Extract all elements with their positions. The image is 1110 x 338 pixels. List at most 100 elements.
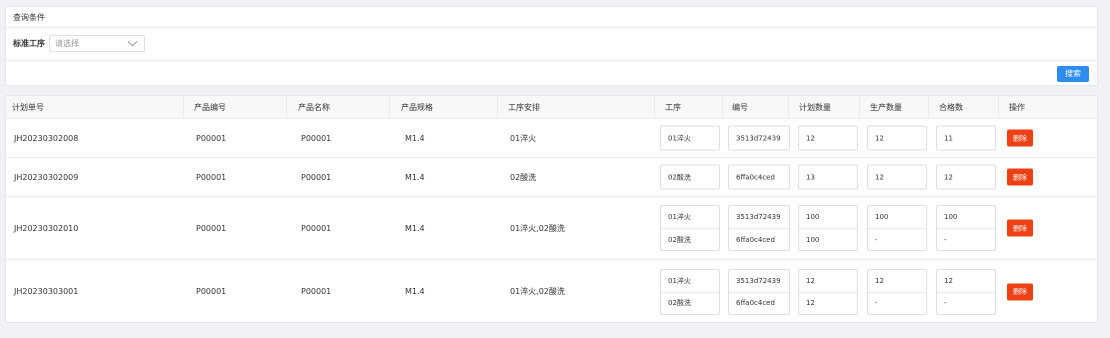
produced-qty-value: 12 bbox=[875, 173, 884, 181]
standard-process-select[interactable]: 请选择 bbox=[49, 35, 145, 52]
select-placeholder: 请选择 bbox=[55, 39, 79, 48]
produced-qty-input[interactable]: 100 - bbox=[867, 205, 927, 251]
code-value: 6ffa0c4ced bbox=[736, 173, 775, 181]
plan-no: JH20230302008 bbox=[14, 133, 79, 143]
product-name: P00001 bbox=[301, 223, 332, 233]
process-arrangement: 01淬火,02酸洗 bbox=[510, 287, 565, 296]
planned-qty-input[interactable]: 12 12 bbox=[798, 268, 858, 315]
divider bbox=[6, 60, 1097, 61]
delete-button[interactable]: 删除 bbox=[1007, 219, 1033, 237]
qualified-qty-value: - bbox=[937, 228, 995, 250]
product-name: P00001 bbox=[301, 287, 332, 296]
product-spec: M1.4 bbox=[405, 287, 425, 296]
product-code: P00001 bbox=[196, 172, 227, 182]
process-field[interactable]: 01淬火 bbox=[660, 125, 720, 151]
product-code: P00001 bbox=[196, 223, 227, 233]
table-row: JH20230303001 P00001 P00001 M1.4 01淬火,02… bbox=[6, 260, 1097, 323]
produced-qty-value: 12 bbox=[875, 134, 884, 142]
query-panel: 查询条件 标准工序 请选择 搜索 bbox=[5, 6, 1098, 86]
produced-qty-input[interactable]: 12 bbox=[867, 164, 927, 190]
header-process: 工序 bbox=[654, 96, 722, 118]
qualified-qty-value: - bbox=[937, 291, 995, 314]
plan-no: JH20230302010 bbox=[14, 223, 79, 233]
process-value: 02酸洗 bbox=[668, 173, 691, 181]
product-name: P00001 bbox=[301, 133, 332, 143]
qualified-qty-input[interactable]: 12 bbox=[936, 164, 996, 190]
header-planned-qty: 计划数量 bbox=[788, 96, 856, 118]
header-spec: 产品规格 bbox=[389, 96, 489, 118]
header-code: 编号 bbox=[722, 96, 790, 118]
header-actions: 操作 bbox=[998, 96, 1058, 118]
code-value: 6ffa0c4ced bbox=[729, 291, 789, 314]
produced-qty-value: 12 bbox=[875, 276, 884, 285]
process-field[interactable]: 02酸洗 bbox=[660, 164, 720, 190]
query-panel-title: 查询条件 bbox=[6, 7, 1097, 28]
header-arrangement: 工序安排 bbox=[497, 96, 647, 118]
code-field[interactable]: 3513d72439 bbox=[728, 125, 790, 151]
product-spec: M1.4 bbox=[405, 172, 425, 182]
qualified-qty-input[interactable]: 100 - bbox=[936, 205, 996, 251]
produced-qty-value: 100 bbox=[875, 213, 889, 221]
qualified-qty-input[interactable]: 12 - bbox=[936, 268, 996, 315]
table-header: 计划单号 产品编号 产品名称 产品规格 工序安排 工序 编号 计划数量 生产数量… bbox=[6, 96, 1097, 119]
header-product-code: 产品编号 bbox=[183, 96, 283, 118]
qualified-qty-value: 12 bbox=[944, 276, 953, 285]
table-row: JH20230302010 P00001 P00001 M1.4 01淬火,02… bbox=[6, 197, 1097, 260]
planned-qty-input[interactable]: 13 bbox=[798, 164, 858, 190]
filter-row: 标准工序 请选择 bbox=[13, 35, 145, 52]
planned-qty-input[interactable]: 100 100 bbox=[798, 205, 858, 251]
search-button[interactable]: 搜索 bbox=[1057, 66, 1089, 82]
planned-qty-value: 12 bbox=[799, 291, 857, 314]
process-value: 02酸洗 bbox=[661, 291, 719, 314]
produced-qty-value: - bbox=[868, 228, 926, 250]
process-arrangement: 02酸洗 bbox=[510, 172, 537, 182]
produced-qty-value: - bbox=[868, 291, 926, 314]
code-value: 3513d72439 bbox=[736, 276, 781, 285]
standard-process-label: 标准工序 bbox=[13, 39, 45, 48]
process-value: 02酸洗 bbox=[661, 228, 719, 250]
header-produced-qty: 生产数量 bbox=[859, 96, 927, 118]
process-value: 01淬火 bbox=[668, 213, 691, 221]
planned-qty-value: 13 bbox=[806, 173, 815, 181]
code-value: 3513d72439 bbox=[736, 134, 781, 142]
header-qualified-qty: 合格数 bbox=[928, 96, 996, 118]
chevron-down-icon bbox=[127, 40, 138, 47]
process-value: 01淬火 bbox=[668, 276, 691, 285]
plan-no: JH20230302009 bbox=[14, 172, 79, 182]
process-field[interactable]: 01淬火 02酸洗 bbox=[660, 205, 720, 251]
process-value: 01淬火 bbox=[668, 134, 691, 142]
product-code: P00001 bbox=[196, 287, 227, 296]
table-row: JH20230302008 P00001 P00001 M1.4 01淬火 01… bbox=[6, 119, 1097, 158]
plan-table: 计划单号 产品编号 产品名称 产品规格 工序安排 工序 编号 计划数量 生产数量… bbox=[5, 95, 1098, 323]
code-value: 6ffa0c4ced bbox=[729, 228, 789, 250]
planned-qty-value: 100 bbox=[799, 228, 857, 250]
process-arrangement: 01淬火,02酸洗 bbox=[510, 223, 565, 233]
table-row: JH20230302009 P00001 P00001 M1.4 02酸洗 02… bbox=[6, 158, 1097, 197]
process-arrangement: 01淬火 bbox=[510, 133, 537, 143]
code-field[interactable]: 3513d72439 6ffa0c4ced bbox=[728, 205, 790, 251]
planned-qty-value: 12 bbox=[806, 134, 815, 142]
planned-qty-value: 100 bbox=[806, 213, 820, 221]
planned-qty-value: 12 bbox=[806, 276, 815, 285]
header-product-name: 产品名称 bbox=[286, 96, 386, 118]
process-field[interactable]: 01淬火 02酸洗 bbox=[660, 268, 720, 315]
delete-button[interactable]: 删除 bbox=[1007, 129, 1033, 147]
qualified-qty-input[interactable]: 11 bbox=[936, 125, 996, 151]
delete-button[interactable]: 删除 bbox=[1007, 168, 1033, 186]
planned-qty-input[interactable]: 12 bbox=[798, 125, 858, 151]
code-field[interactable]: 6ffa0c4ced bbox=[728, 164, 790, 190]
code-value: 3513d72439 bbox=[736, 213, 781, 221]
qualified-qty-value: 100 bbox=[944, 213, 958, 221]
delete-button[interactable]: 删除 bbox=[1007, 283, 1033, 300]
plan-no: JH20230303001 bbox=[14, 287, 79, 296]
product-spec: M1.4 bbox=[405, 223, 425, 233]
produced-qty-input[interactable]: 12 bbox=[867, 125, 927, 151]
product-spec: M1.4 bbox=[405, 133, 425, 143]
product-code: P00001 bbox=[196, 133, 227, 143]
produced-qty-input[interactable]: 12 - bbox=[867, 268, 927, 315]
header-plan-no: 计划单号 bbox=[12, 102, 44, 112]
product-name: P00001 bbox=[301, 172, 332, 182]
qualified-qty-value: 12 bbox=[944, 173, 953, 181]
code-field[interactable]: 3513d72439 6ffa0c4ced bbox=[728, 268, 790, 315]
qualified-qty-value: 11 bbox=[944, 134, 953, 142]
